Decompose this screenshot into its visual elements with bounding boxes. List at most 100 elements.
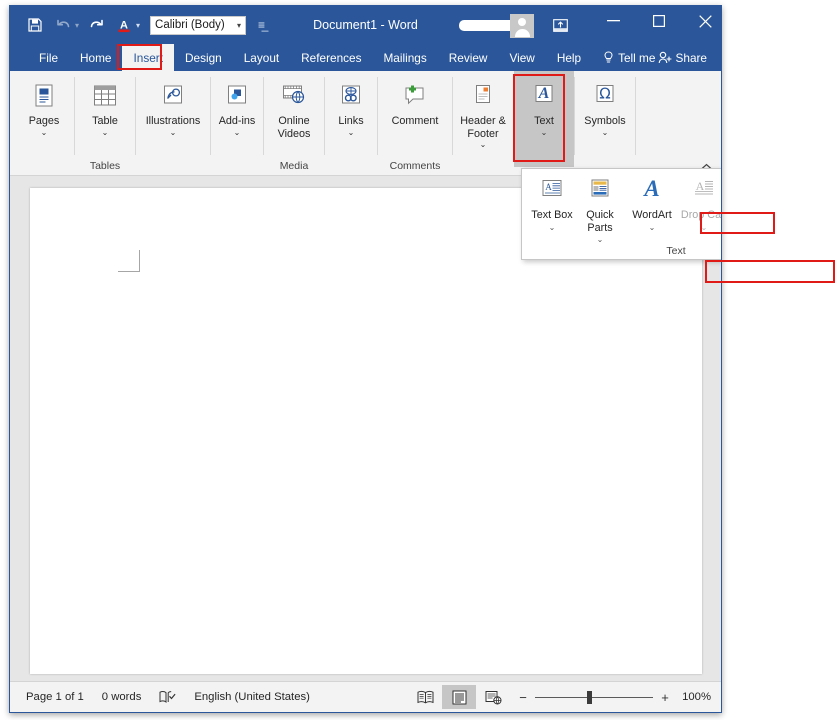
online-video-icon	[279, 79, 309, 113]
ribbon-button-text-label: Text	[534, 115, 554, 127]
chevron-down-icon[interactable]: ⌄	[170, 128, 177, 137]
status-bar: Page 1 of 1 0 words English (United Stat…	[10, 681, 721, 712]
ribbon-group-addins: Add-ins ⌄	[211, 71, 263, 175]
ribbon-button-header-footer[interactable]: Header & Footer ⌄	[453, 77, 513, 151]
tab-home[interactable]: Home	[69, 44, 122, 71]
menu-item-drop-cap: A Drop Cap ⌄	[680, 175, 721, 247]
ribbon-group-tables: Table ⌄ Tables	[75, 71, 135, 175]
tab-mailings[interactable]: Mailings	[372, 44, 437, 71]
share-button[interactable]: Share	[658, 44, 707, 71]
wordart-icon: A	[637, 175, 667, 207]
ribbon-button-illustrations[interactable]: Illustrations ⌄	[136, 77, 210, 139]
tab-insert[interactable]: Insert	[122, 44, 174, 71]
group-separator	[635, 77, 636, 155]
chevron-down-icon[interactable]: ⌄	[602, 128, 609, 137]
share-label: Share	[675, 50, 707, 65]
ribbon-button-pages-label: Pages	[28, 115, 60, 127]
word-window: ▾ A ▾ Calibri (Body) ▾ ≡̲ Document1 - Wo…	[9, 5, 722, 713]
ribbon-button-online-videos-label: Online Videos	[277, 115, 311, 140]
ribbon-display-options-icon[interactable]	[548, 13, 572, 37]
text-menu-group-label: Text	[666, 245, 686, 257]
ribbon-button-online-videos[interactable]: Online Videos	[264, 77, 324, 142]
chevron-down-icon: ⌄	[700, 222, 708, 232]
ribbon-button-table[interactable]: Table ⌄	[75, 77, 135, 139]
tab-help[interactable]: Help	[546, 44, 592, 71]
ribbon-button-comment-label: Comment	[391, 115, 439, 127]
ribbon: Pages ⌄ Table ⌄ Tables Illustrations ⌄ A…	[10, 71, 721, 176]
zoom-out-button[interactable]: −	[518, 690, 528, 705]
chevron-down-icon[interactable]: ▾	[237, 21, 241, 30]
ribbon-button-text[interactable]: A Text ⌄	[514, 71, 574, 167]
tab-references[interactable]: References	[290, 44, 372, 71]
tab-review[interactable]: Review	[438, 44, 499, 71]
language-indicator[interactable]: English (United States)	[194, 691, 310, 703]
links-icon	[336, 79, 366, 113]
menu-item-wordart-label: WordArt	[632, 209, 672, 221]
document-page[interactable]	[30, 188, 702, 674]
ribbon-tab-bar: File Home Insert Design Layout Reference…	[10, 44, 721, 71]
maximize-button[interactable]	[638, 6, 680, 36]
ribbon-button-addins[interactable]: Add-ins ⌄	[211, 77, 263, 139]
ribbon-button-symbols[interactable]: Ω Symbols ⌄	[575, 77, 635, 139]
close-button[interactable]	[684, 6, 721, 36]
page-indicator[interactable]: Page 1 of 1	[26, 691, 84, 703]
tab-design[interactable]: Design	[174, 44, 233, 71]
menu-item-wordart[interactable]: A WordArt ⌄	[624, 175, 680, 247]
undo-icon[interactable]	[50, 12, 76, 38]
chevron-down-icon[interactable]: ⌄	[102, 128, 109, 137]
view-web-layout-button[interactable]	[476, 685, 510, 709]
addins-icon	[222, 79, 252, 113]
text-box-icon: A	[537, 175, 567, 207]
zoom-slider[interactable]	[535, 690, 653, 704]
ribbon-button-links-label: Links	[338, 115, 364, 127]
ribbon-group-label-media: Media	[279, 159, 309, 172]
chevron-down-icon[interactable]: ⌄	[649, 222, 656, 235]
title-bar: ▾ A ▾ Calibri (Body) ▾ ≡̲ Document1 - Wo…	[10, 6, 721, 44]
ribbon-group-comments: Comment Comments	[378, 71, 452, 175]
svg-text:A: A	[545, 182, 552, 192]
save-icon[interactable]	[22, 12, 48, 38]
chevron-down-icon[interactable]: ⌄	[480, 140, 487, 149]
ribbon-button-links[interactable]: Links ⌄	[325, 77, 377, 139]
chevron-down-icon[interactable]: ⌄	[549, 222, 556, 235]
ribbon-group-links: Links ⌄	[325, 71, 377, 175]
ribbon-button-header-footer-label: Header & Footer	[460, 115, 506, 140]
avatar[interactable]	[510, 14, 534, 38]
menu-item-quick-parts[interactable]: Quick Parts ⌄	[576, 175, 624, 247]
zoom-in-button[interactable]: +	[660, 690, 670, 705]
ribbon-button-pages[interactable]: Pages ⌄	[14, 77, 74, 139]
view-print-layout-button[interactable]	[442, 685, 476, 709]
ribbon-group-text: A Text ⌄	[514, 71, 574, 175]
chevron-down-icon[interactable]: ⌄	[234, 128, 241, 137]
view-read-mode-button[interactable]	[408, 685, 442, 709]
font-color-caret-icon[interactable]: ▾	[136, 21, 140, 30]
lightbulb-icon	[603, 51, 614, 64]
chevron-down-icon[interactable]: ⌄	[541, 128, 548, 137]
menu-item-text-box[interactable]: A Text Box ⌄	[528, 175, 576, 247]
tab-tell-me-label: Tell me	[618, 50, 656, 65]
ribbon-button-comment[interactable]: Comment	[378, 77, 452, 130]
menu-item-quick-parts-label: Quick Parts	[586, 209, 614, 234]
font-name-combo[interactable]: Calibri (Body) ▾	[150, 15, 247, 35]
zoom-slider-thumb[interactable]	[587, 690, 592, 704]
redo-icon[interactable]	[83, 12, 109, 38]
minimize-button[interactable]	[592, 6, 634, 36]
undo-caret-icon[interactable]: ▾	[75, 21, 79, 30]
svg-text:A: A	[642, 177, 659, 201]
word-count[interactable]: 0 words	[102, 691, 142, 703]
chevron-down-icon[interactable]: ⌄	[41, 128, 48, 137]
quick-access-toolbar: ▾ A ▾ Calibri (Body) ▾ ≡̲	[22, 6, 265, 44]
proofing-icon[interactable]	[159, 690, 176, 704]
tab-file[interactable]: File	[28, 44, 69, 71]
ribbon-group-label-comments: Comments	[389, 159, 441, 172]
tab-layout[interactable]: Layout	[233, 44, 290, 71]
zoom-level[interactable]: 100%	[677, 691, 711, 703]
tab-tell-me[interactable]: Tell me	[592, 44, 666, 71]
chevron-down-icon[interactable]: ⌄	[348, 128, 355, 137]
ribbon-group-label-addins	[211, 158, 263, 175]
ribbon-group-label-header-footer	[453, 158, 513, 175]
qat-customize-icon[interactable]: ≡̲	[258, 18, 265, 32]
tab-view[interactable]: View	[498, 44, 545, 71]
font-color-icon[interactable]: A	[111, 12, 137, 38]
redacted-account-name	[459, 20, 515, 31]
